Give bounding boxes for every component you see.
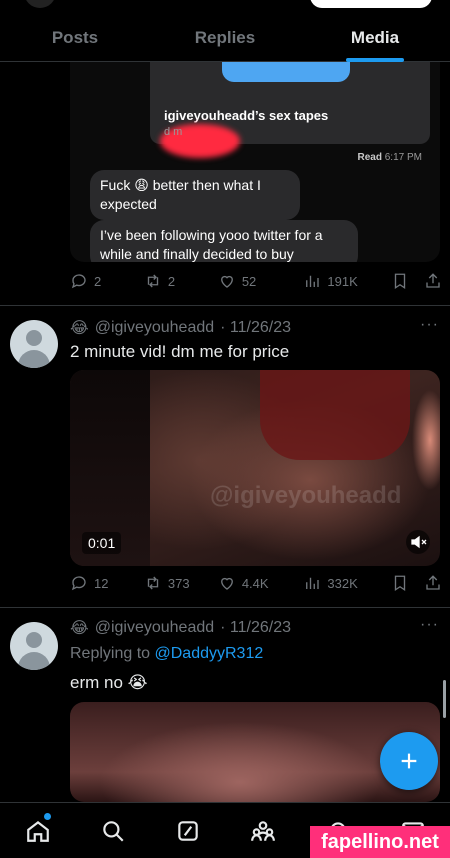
- post-actions: 2 2 52 191K: [70, 270, 442, 292]
- scrollbar[interactable]: [443, 680, 446, 718]
- post-actions: 12 373 4.4K 332K: [70, 572, 442, 594]
- tab-media[interactable]: Media: [300, 14, 450, 62]
- share-button[interactable]: [424, 272, 442, 290]
- like-count: 4.4K: [241, 575, 269, 591]
- share-icon: [426, 273, 440, 288]
- post-header: 😂 @igiveyouheadd · 11/26/23: [70, 318, 291, 338]
- tab-replies[interactable]: Replies: [150, 14, 300, 61]
- replying-to-user-link[interactable]: @DaddyyR312: [155, 645, 264, 662]
- nav-communities[interactable]: [225, 818, 300, 844]
- chat-bubble-outgoing: [222, 62, 350, 82]
- repost-button[interactable]: 373: [144, 574, 218, 592]
- post-text: erm no 😭: [70, 673, 148, 692]
- tab-posts[interactable]: Posts: [0, 14, 150, 61]
- compose-icon: [177, 820, 198, 841]
- communities-icon: [250, 820, 275, 841]
- avatar[interactable]: [10, 622, 58, 670]
- site-watermark: fapellino.net: [310, 826, 450, 858]
- like-button[interactable]: 52: [218, 272, 304, 290]
- like-count: 52: [241, 273, 257, 289]
- emoji-name: 😂: [70, 320, 89, 337]
- read-receipt: Read 6:17 PM: [358, 152, 422, 163]
- emoji-name: 😂: [70, 620, 89, 637]
- views-count: 191K: [327, 273, 358, 289]
- plus-icon: [401, 753, 417, 769]
- user-handle[interactable]: @igiveyouheadd: [95, 319, 214, 337]
- heart-icon: [220, 577, 233, 590]
- link-card-title: igiveyouheadd’s sex tapes: [164, 108, 329, 123]
- divider: [0, 305, 450, 306]
- reply-count: 2: [94, 273, 102, 289]
- replying-to-label: Replying to: [70, 645, 151, 662]
- search-icon: [102, 820, 124, 842]
- back-button[interactable]: [24, 0, 56, 8]
- mute-button[interactable]: [406, 530, 430, 554]
- user-handle[interactable]: @igiveyouheadd: [95, 619, 214, 637]
- bookmark-button[interactable]: [391, 272, 424, 290]
- repost-count: 2: [167, 273, 176, 289]
- reply-count: 12: [94, 575, 109, 591]
- repost-button[interactable]: 2: [144, 272, 218, 290]
- post-date: · 11/26/23: [220, 619, 292, 636]
- heart-icon: [220, 275, 233, 288]
- nav-grok[interactable]: [150, 818, 225, 844]
- more-options-button[interactable]: ···: [420, 616, 439, 634]
- bookmark-icon: [394, 575, 406, 592]
- follow-button[interactable]: [310, 0, 432, 8]
- repost-count: 373: [167, 575, 190, 591]
- post-date: · 11/26/23: [220, 319, 292, 336]
- avatar[interactable]: [10, 320, 58, 368]
- views-count: 332K: [327, 575, 358, 591]
- replying-to: Replying to @DaddyyR312: [70, 645, 263, 663]
- nav-search[interactable]: [75, 818, 150, 844]
- profile-tabs: Posts Replies Media: [0, 14, 450, 62]
- repost-icon: [147, 576, 159, 590]
- reply-button[interactable]: 12: [70, 574, 144, 592]
- reply-icon: [71, 274, 86, 289]
- nav-home[interactable]: [0, 812, 75, 844]
- read-time: 6:17 PM: [384, 152, 422, 163]
- views-button[interactable]: 191K: [303, 272, 391, 290]
- like-button[interactable]: 4.4K: [218, 574, 304, 592]
- post-text: 2 minute vid! dm me for price: [70, 342, 290, 361]
- chat-bubble-incoming: Fuck 😩 better then what I expected: [90, 170, 300, 220]
- share-icon: [426, 575, 440, 590]
- views-icon: [306, 275, 320, 287]
- video-watermark: @igiveyouheadd: [210, 482, 402, 509]
- video-frame-shirt: [260, 370, 410, 460]
- home-icon: [26, 820, 49, 842]
- read-label: Read: [357, 152, 382, 163]
- notification-dot: [44, 812, 51, 820]
- post-media-image[interactable]: igiveyouheadd’s sex tapes d m Read 6:17 …: [70, 62, 440, 262]
- video-frame-light: [410, 380, 440, 500]
- post-video[interactable]: @igiveyouheadd 0:01: [70, 370, 440, 566]
- chat-bubble-incoming: I’ve been following yooo twitter for a w…: [90, 220, 358, 262]
- video-duration: 0:01: [82, 532, 122, 554]
- divider: [0, 607, 450, 608]
- views-icon: [306, 577, 320, 589]
- bookmark-icon: [394, 273, 406, 290]
- link-card-url: d m: [164, 126, 183, 138]
- share-button[interactable]: [424, 574, 442, 592]
- views-button[interactable]: 332K: [303, 574, 391, 592]
- bookmark-button[interactable]: [391, 574, 424, 592]
- post-header: 😂 @igiveyouheadd · 11/26/23: [70, 618, 291, 638]
- reply-icon: [71, 576, 86, 591]
- compose-post-button[interactable]: [380, 732, 438, 790]
- more-options-button[interactable]: ···: [420, 316, 439, 334]
- repost-icon: [147, 274, 159, 288]
- top-strip: [0, 0, 450, 10]
- reply-button[interactable]: 2: [70, 272, 144, 290]
- speaker-muted-icon: [411, 535, 427, 549]
